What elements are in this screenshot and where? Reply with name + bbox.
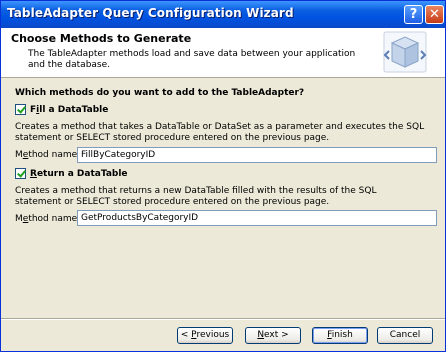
- fill-datatable-option[interactable]: Fill a DataTable: [15, 104, 108, 115]
- fill-datatable-description: Creates a method that takes a DataTable …: [15, 122, 425, 143]
- fill-method-name-input[interactable]: FillByCategoryID: [77, 147, 437, 163]
- return-datatable-checkbox[interactable]: [15, 168, 26, 179]
- fill-method-name-label: Method name:: [15, 150, 81, 160]
- finish-button[interactable]: Finish: [312, 327, 368, 344]
- return-method-name-label: Method name:: [15, 214, 81, 224]
- title-bar[interactable]: TableAdapter Query Configuration Wizard …: [1, 1, 445, 28]
- return-datatable-label[interactable]: Return a DataTable: [30, 169, 128, 179]
- methods-question: Which methods do you want to add to the …: [15, 88, 305, 98]
- fill-datatable-label[interactable]: Fill a DataTable: [30, 105, 108, 115]
- help-button[interactable]: ?: [404, 5, 423, 24]
- close-button[interactable]: ✕: [425, 5, 444, 24]
- page-description: The TableAdapter methods load and save d…: [28, 49, 356, 70]
- return-datatable-option[interactable]: Return a DataTable: [15, 168, 128, 179]
- wizard-header: Choose Methods to Generate The TableAdap…: [1, 28, 445, 78]
- wizard-window: TableAdapter Query Configuration Wizard …: [0, 0, 446, 352]
- next-button[interactable]: Next >: [245, 327, 301, 344]
- return-method-name-input[interactable]: GetProductsByCategoryID: [77, 210, 437, 226]
- footer-separator: [1, 318, 445, 320]
- return-datatable-description: Creates a method that returns a new Data…: [15, 186, 377, 207]
- page-title: Choose Methods to Generate: [11, 32, 192, 45]
- window-title: TableAdapter Query Configuration Wizard: [7, 6, 294, 20]
- previous-button[interactable]: < Previous: [177, 327, 233, 344]
- tableadapter-icon: [383, 31, 427, 73]
- fill-datatable-checkbox[interactable]: [15, 104, 26, 115]
- wizard-content: Which methods do you want to add to the …: [1, 78, 445, 318]
- cancel-button[interactable]: Cancel: [377, 327, 433, 344]
